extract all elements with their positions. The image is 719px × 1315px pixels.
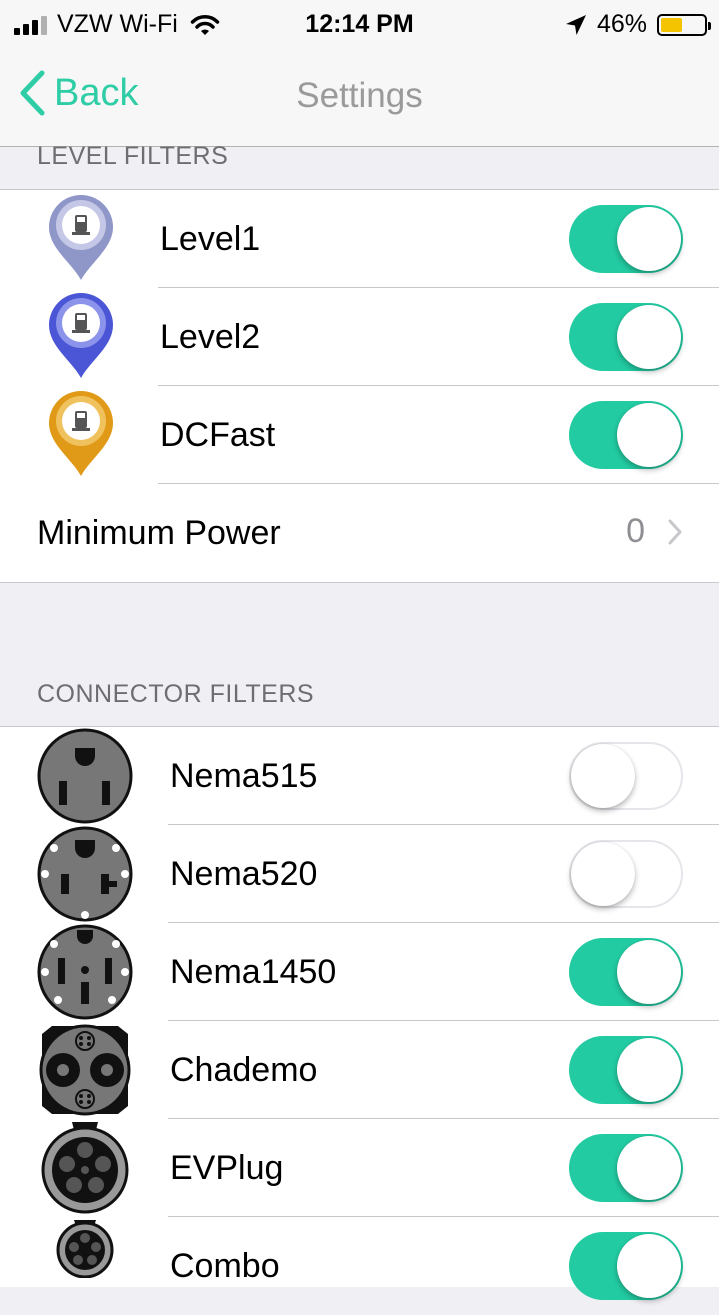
connector-filter-row-chademo: Chademo bbox=[0, 1021, 719, 1119]
chevron-right-icon bbox=[668, 519, 682, 544]
battery-percent: 46% bbox=[596, 10, 647, 38]
connector-filter-row-nema520: Nema520 bbox=[0, 825, 719, 923]
connector-filter-label: Nema515 bbox=[170, 757, 318, 795]
connector-filter-label: EVPlug bbox=[170, 1149, 284, 1187]
connector-filter-row-evplug: EVPlug bbox=[0, 1119, 719, 1217]
nema520-toggle[interactable] bbox=[569, 840, 683, 908]
status-right: 46% bbox=[565, 10, 711, 39]
connector-filter-label: Combo bbox=[170, 1247, 280, 1285]
connector-filter-row-nema1450: Nema1450 bbox=[0, 923, 719, 1021]
minimum-power-label: Minimum Power bbox=[37, 514, 281, 552]
chademo-toggle[interactable] bbox=[569, 1036, 683, 1104]
nema515-toggle[interactable] bbox=[569, 742, 683, 810]
connector-filter-label: Chademo bbox=[170, 1051, 318, 1089]
page-title: Settings bbox=[296, 76, 423, 115]
navigation-bar: Back Settings bbox=[0, 48, 719, 147]
connector-filter-label: Nema1450 bbox=[170, 953, 337, 991]
level1-toggle[interactable] bbox=[569, 205, 683, 273]
minimum-power-detail: 0 bbox=[626, 512, 683, 551]
level2-pin-icon bbox=[49, 293, 113, 378]
connector-filter-label: Nema520 bbox=[170, 855, 318, 893]
dcfast-toggle[interactable] bbox=[569, 401, 683, 469]
status-bar: VZW Wi-Fi 12:14 PM 46% bbox=[0, 0, 719, 48]
evplug-connector-icon bbox=[41, 1122, 129, 1214]
connector-filters-group: Nema515 Nema520 Nema1450 Chademo EVPlug … bbox=[0, 726, 719, 1300]
location-arrow-icon bbox=[565, 14, 586, 35]
level-filter-label: Level1 bbox=[160, 220, 261, 258]
connector-filter-row-combo: Combo bbox=[0, 1217, 719, 1315]
section-header-connector-filters: CONNECTOR FILTERS bbox=[37, 680, 315, 708]
level1-pin-icon bbox=[49, 195, 113, 280]
nema1450-connector-icon bbox=[37, 924, 133, 1020]
nema1450-toggle[interactable] bbox=[569, 938, 683, 1006]
nema515-connector-icon bbox=[37, 728, 133, 824]
dcfast-pin-icon bbox=[49, 391, 113, 476]
combo-connector-icon bbox=[56, 1220, 114, 1278]
level2-toggle[interactable] bbox=[569, 303, 683, 371]
level-filter-row-level1: Level1 bbox=[0, 190, 719, 288]
section-header-level-filters: LEVEL FILTERS bbox=[37, 142, 229, 170]
level-filter-row-dcfast: DCFast bbox=[0, 386, 719, 484]
nema520-connector-icon bbox=[37, 826, 133, 922]
battery-icon bbox=[657, 13, 711, 36]
level-filter-label: DCFast bbox=[160, 416, 276, 454]
minimum-power-row[interactable]: Minimum Power 0 bbox=[0, 484, 719, 582]
connector-filter-row-nema515: Nema515 bbox=[0, 727, 719, 825]
combo-toggle[interactable] bbox=[569, 1232, 683, 1300]
minimum-power-value: 0 bbox=[626, 512, 645, 550]
level-filters-group: Level1 Level2 DCFast Minimum Power 0 bbox=[0, 189, 719, 583]
evplug-toggle[interactable] bbox=[569, 1134, 683, 1202]
level-filter-row-level2: Level2 bbox=[0, 288, 719, 386]
chademo-connector-icon bbox=[39, 1024, 131, 1116]
level-filter-label: Level2 bbox=[160, 318, 261, 356]
